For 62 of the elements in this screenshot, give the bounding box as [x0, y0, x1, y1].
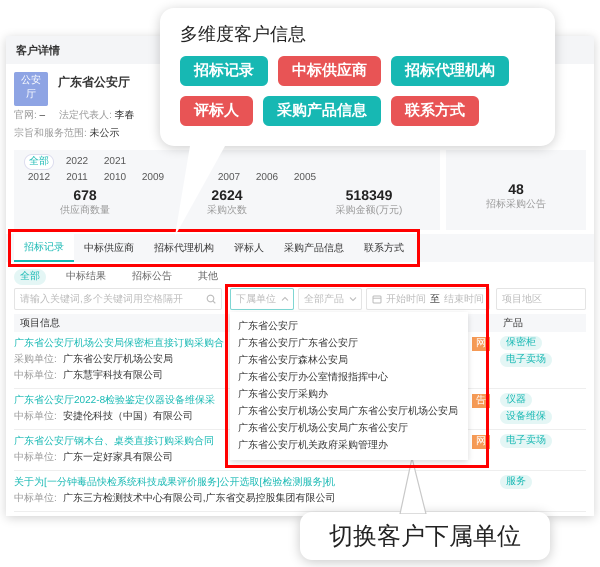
year-filter[interactable]: 2009 [138, 171, 168, 185]
callout-text: 切换客户下属单位 [329, 522, 521, 552]
stat-value: 678 [73, 186, 97, 204]
avatar: 公安厅 [14, 72, 48, 106]
sub-tab[interactable]: 招标公告 [126, 269, 178, 285]
dropdown-option[interactable]: 广东省公安厅广东省公安厅 [230, 335, 468, 352]
date-range-field[interactable]: 开始时间 至 结束时间 [366, 288, 490, 310]
info-field: 官网: – [14, 108, 46, 124]
stat-label: 采购金额(万元) [336, 204, 402, 218]
field-value: 广东慧宇科技有限公司 [62, 368, 163, 383]
year-filter[interactable]: 2006 [252, 171, 282, 185]
dropdown-option[interactable]: 广东省公安厅采购办 [230, 386, 468, 403]
year-filter[interactable]: 2011 [62, 171, 92, 185]
tab[interactable]: 采购产品信息 [274, 234, 354, 262]
field-value: 广东三方检测技术中心有限公司,广东省交易控股集团有限公司 [62, 492, 336, 506]
feature-tag: 采购产品信息 [263, 96, 381, 126]
column-header: 项目信息 [19, 316, 60, 330]
callout-title: 多维度客户信息 [180, 23, 307, 46]
field-label: 采购单位: [14, 352, 57, 367]
dropdown-option[interactable]: 广东省公安厅机场公安局广东省公安厅 [230, 420, 468, 437]
dropdown-option[interactable]: 广东省公安厅森林公安局 [230, 352, 468, 369]
year-filter[interactable]: 2012 [24, 171, 54, 185]
sub-tab[interactable]: 中标结果 [60, 269, 112, 285]
year-filter[interactable]: 2007 [214, 171, 244, 185]
stat-label: 采购次数 [207, 204, 247, 218]
tab[interactable]: 中标供应商 [74, 234, 144, 262]
window-title: 客户详情 [16, 44, 60, 58]
field-label: 中标单位: [14, 368, 57, 383]
info-field: 宗旨和服务范围: 未公示 [14, 126, 120, 142]
feature-tag: 招标代理机构 [391, 56, 509, 86]
feature-tag: 联系方式 [391, 96, 479, 126]
customer-name: 广东省公安厅 [58, 74, 130, 91]
chevron-down-icon [348, 294, 358, 304]
field-value: 广东省公安厅机场公安局 [62, 352, 173, 367]
feature-tag: 招标记录 [180, 56, 268, 86]
field-label: 中标单位: [14, 410, 57, 424]
dropdown-option[interactable]: 广东省公安厅机场公安局广东省公安厅机场公安局 [230, 403, 468, 420]
tab[interactable]: 评标人 [224, 234, 274, 262]
year-filter[interactable]: 2021 [100, 155, 130, 169]
year-filter[interactable]: 2022 [62, 155, 92, 169]
year-filter[interactable]: 2005 [290, 171, 320, 185]
info-field: 法定代表人: 李春 [59, 108, 135, 124]
field-label: 中标单位: [14, 492, 57, 506]
tab[interactable]: 联系方式 [354, 234, 414, 262]
stat-value: 518349 [346, 186, 392, 204]
dropdown-option[interactable]: 广东省公安厅 [230, 318, 468, 335]
search-icon [206, 294, 216, 304]
stat-label: 招标采购公告 [486, 198, 546, 212]
feature-tag: 中标供应商 [278, 56, 381, 86]
feature-tag: 评标人 [180, 96, 253, 126]
stat-label: 供应商数量 [60, 204, 110, 218]
field-value: 安捷伦科技（中国）有限公司 [62, 410, 193, 424]
field-value: 广东一定好家具有限公司 [62, 450, 173, 465]
field-label: 中标单位: [14, 450, 57, 465]
stat-value: 2624 [211, 186, 243, 204]
calendar-icon [372, 294, 382, 304]
dropdown-option[interactable]: 广东省公安厅办公室情报指挥中心 [230, 369, 468, 386]
sub-tab[interactable]: 其他 [192, 269, 224, 285]
stat-value: 48 [508, 180, 524, 198]
dropdown-option[interactable]: 广东省公安厅机关政府采购管理办 [230, 437, 468, 454]
column-header: 产品 [502, 316, 524, 330]
year-filter[interactable]: 2010 [100, 171, 130, 185]
